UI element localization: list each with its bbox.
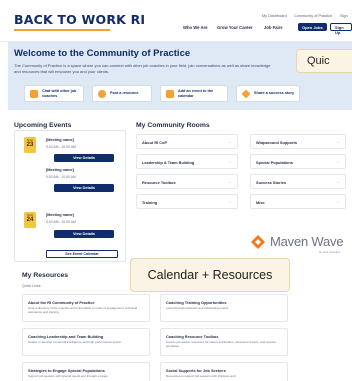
room-label: Misc [256, 200, 265, 205]
quick-callout-text: Quic [307, 55, 330, 67]
arrow-right-icon: → [335, 159, 340, 165]
resource-desc: Resources to support job seekers with ch… [166, 374, 236, 378]
view-details-button[interactable]: View Details [54, 184, 114, 192]
quick-action-resource[interactable]: Post a resource [92, 85, 152, 102]
resource-title: Coaching Leadership and Team Building [28, 334, 104, 339]
quick-action-label: Post a resource [110, 91, 139, 96]
resource-desc: Support job seekers with special needs a… [28, 374, 108, 378]
quick-action-calendar[interactable]: Add an event to the calendar [160, 85, 228, 102]
event-time: 9:00 AM - 10:00 AM [46, 175, 76, 179]
resource-desc: Learn through webinars and networking ev… [166, 306, 229, 310]
calendar-icon [166, 89, 174, 98]
quick-callout: Quic [296, 49, 352, 73]
room-label: Leadership & Team Building [142, 160, 195, 165]
util-link-dashboard[interactable]: My Dashboard [262, 14, 287, 18]
arrow-right-icon: → [227, 199, 232, 205]
event-day: 24 [26, 216, 34, 223]
resource-card[interactable]: Coaching Leadership and Team Building Gu… [22, 328, 150, 356]
maven-wave-subtitle: an atos company [319, 250, 341, 254]
resource-card[interactable]: Social Supports for Job Seekers Resource… [160, 362, 288, 381]
room-label: Special Populations [256, 160, 293, 165]
quick-action-label: Add an event to the calendar [178, 88, 214, 98]
resource-card[interactable]: About the RI Community of Practice Here … [22, 294, 150, 322]
room-success-stories[interactable]: Success Stories → [250, 174, 346, 189]
room-resource-toolbox[interactable]: Resource Toolbox → [136, 174, 238, 189]
calendar-resources-callout: Calendar + Resources [130, 258, 290, 292]
resource-title: Strategies to Engage Special Populations [28, 368, 105, 373]
room-training[interactable]: Training → [136, 194, 238, 209]
site-logo[interactable]: BACK TO WORK RI [14, 12, 145, 27]
rooms-title: My Community Rooms [136, 122, 210, 129]
arrow-right-icon: → [335, 179, 340, 185]
room-label: Training [142, 200, 158, 205]
resource-card[interactable]: Coaching Training Opportunities Learn th… [160, 294, 288, 322]
open-jobs-button[interactable]: Open Jobs [298, 23, 327, 31]
see-event-calendar-button[interactable]: See Event Calendar [46, 250, 118, 258]
resource-card[interactable]: Coaching Resource Toolbox Access job see… [160, 328, 288, 356]
event-time: 9:00 AM - 10:00 AM [46, 220, 76, 224]
room-misc[interactable]: Misc → [250, 194, 346, 209]
pin-icon [98, 89, 106, 98]
resource-title: Coaching Training Opportunities [166, 300, 227, 305]
calendar-resources-callout-text: Calendar + Resources [147, 268, 273, 282]
quick-action-label: Chat with other job coaches [42, 88, 77, 98]
room-label: Resource Toolbox [142, 180, 176, 185]
logo-underline [14, 29, 110, 31]
nav-who-we-are[interactable]: Who We Are [183, 25, 207, 30]
sign-up-button[interactable]: Sign Up [330, 23, 352, 35]
resource-card[interactable]: Strategies to Engage Special Populations… [22, 362, 150, 381]
quick-action-label: Share a success story [254, 91, 295, 96]
room-leadership[interactable]: Leadership & Team Building → [136, 154, 238, 169]
event-date-badge: MAR 23 [24, 137, 36, 153]
arrow-right-icon: → [335, 199, 340, 205]
resource-desc: Here a directory of the coaches and info… [28, 306, 138, 314]
event-time: 9:00 AM - 10:00 AM [46, 145, 76, 149]
quick-action-chat[interactable]: Chat with other job coaches [24, 85, 84, 102]
room-wraparound[interactable]: Wraparound Supports → [250, 134, 346, 149]
welcome-title: Welcome to the Community of Practice [14, 48, 191, 59]
events-title: Upcoming Events [14, 122, 72, 129]
resources-title: My Resources [22, 272, 69, 279]
star-icon [241, 88, 251, 99]
nav-grow-career[interactable]: Grow Your Career [217, 25, 252, 30]
room-special-populations[interactable]: Special Populations → [250, 154, 346, 169]
room-label: Wraparound Supports [256, 140, 297, 145]
room-label: About RI CoP [142, 140, 168, 145]
room-about-ri-cop[interactable]: About RI CoP → [136, 134, 238, 149]
event-title: [Meeting name] [46, 168, 74, 172]
room-label: Success Stories [256, 180, 287, 185]
nav-job-fairs[interactable]: Job Fairs [264, 25, 283, 30]
arrow-right-icon: → [335, 139, 340, 145]
util-link-community[interactable]: Community of Practice [294, 14, 332, 18]
quick-action-success[interactable]: Share a success story [236, 85, 300, 102]
resource-title: Social Supports for Job Seekers [166, 368, 226, 373]
arrow-right-icon: → [227, 159, 232, 165]
resource-desc: Access job seeker resources for career e… [166, 340, 276, 348]
resource-desc: Guides to develop emotional intelligence… [28, 340, 121, 344]
view-details-button[interactable]: View Details [54, 154, 114, 162]
resource-title: Coaching Resource Toolbox [166, 334, 219, 339]
arrow-right-icon: → [227, 179, 232, 185]
chat-icon [30, 89, 38, 98]
maven-wave-wordmark: Maven Wave [270, 234, 344, 249]
event-day: 23 [26, 141, 34, 148]
resource-title: About the RI Community of Practice [28, 300, 95, 305]
event-date-badge: MAR 24 [24, 212, 36, 228]
arrow-right-icon: → [227, 139, 232, 145]
welcome-description: The Community of Practice is a space whe… [14, 63, 271, 74]
quick-links-label: Quick Links [22, 284, 41, 288]
event-title: [Meeting name] [46, 138, 74, 142]
util-link-sign[interactable]: Sign [340, 14, 348, 18]
view-details-button[interactable]: View Details [54, 230, 114, 238]
maven-wave-logo-icon [251, 235, 265, 249]
event-title: [Meeting name] [46, 213, 74, 217]
